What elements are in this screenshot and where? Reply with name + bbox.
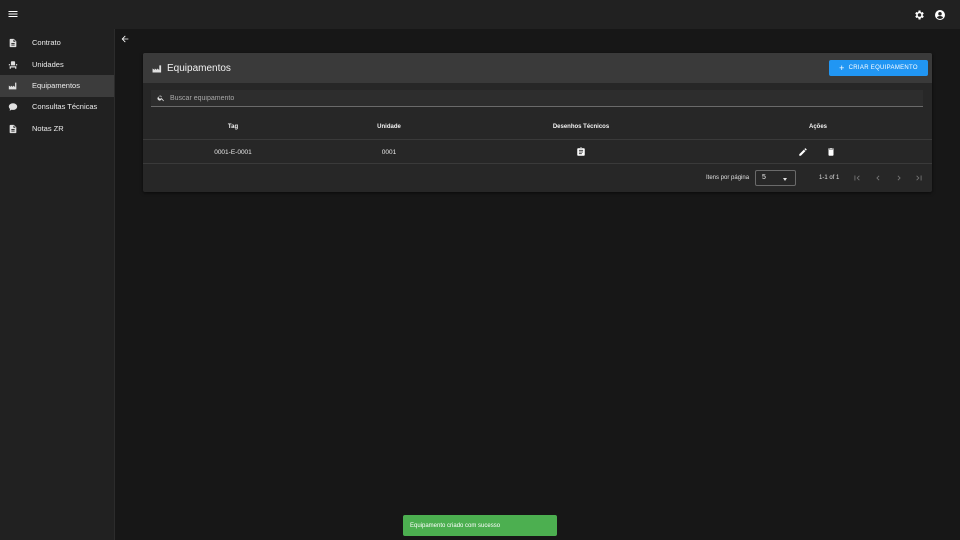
chevron-right-icon[interactable] [894, 173, 904, 183]
plus-icon: + [839, 62, 845, 73]
column-header-unidade[interactable]: Unidade [377, 124, 401, 130]
column-header-acoes: Ações [808, 124, 828, 130]
arrow-left-icon[interactable] [120, 34, 130, 44]
chevron-left-icon[interactable] [873, 173, 883, 183]
sidebar-item-contrato[interactable]: Contrato [0, 32, 114, 54]
search-input[interactable] [170, 92, 910, 105]
sidebar-item-consultas-tecnicas[interactable]: Consultas Técnicas [0, 96, 114, 118]
trash-icon[interactable] [826, 147, 836, 157]
equipment-card: Equipamentos + CRIAR EQUIPAMENTO Tag Uni… [143, 53, 932, 192]
pagination-range: 1-1 of 1 [819, 175, 840, 181]
success-snackbar: Equipamento criado com sucesso [403, 515, 557, 536]
items-per-page-label: Itens por página [706, 175, 750, 181]
comment-icon [8, 103, 18, 111]
top-app-bar [0, 0, 960, 29]
sidebar-item-label: Notas ZR [32, 124, 64, 133]
industry-equipment-icon [8, 82, 17, 90]
create-equipment-label: CRIAR EQUIPAMENTO [848, 65, 918, 71]
gear-icon[interactable] [913, 9, 925, 21]
sidebar-item-label: Unidades [32, 60, 64, 69]
create-equipment-button[interactable]: + CRIAR EQUIPAMENTO [829, 60, 928, 76]
file-document-icon [9, 38, 17, 48]
account-circle-icon[interactable] [934, 9, 946, 21]
column-header-tag[interactable]: Tag [228, 124, 238, 130]
items-per-page-select[interactable]: 5 [755, 170, 796, 186]
sidebar-item-label: Equipamentos [32, 81, 80, 90]
last-page-icon[interactable] [914, 173, 924, 183]
search-field[interactable] [151, 90, 923, 107]
sidebar: Contrato Unidades Equipamentos Consultas… [0, 29, 115, 540]
factory-icon [8, 61, 18, 69]
industry-equipment-icon [152, 65, 162, 73]
clipboard-icon[interactable] [576, 147, 586, 157]
divider [143, 163, 932, 164]
pencil-icon[interactable] [798, 147, 808, 157]
card-header: Equipamentos + CRIAR EQUIPAMENTO [143, 53, 932, 83]
sidebar-item-equipamentos[interactable]: Equipamentos [0, 75, 114, 97]
menu-icon[interactable] [7, 8, 19, 20]
divider [143, 139, 932, 140]
column-header-desenhos-tecnicos[interactable]: Desenhos Técnicos [553, 124, 609, 130]
sidebar-item-label: Contrato [32, 38, 61, 47]
snackbar-message: Equipamento criado com sucesso [410, 522, 501, 529]
sidebar-item-unidades[interactable]: Unidades [0, 54, 114, 76]
sidebar-item-notas-zr[interactable]: Notas ZR [0, 118, 114, 140]
page-title: Equipamentos [167, 63, 231, 74]
items-per-page-value: 5 [762, 174, 766, 181]
cell-tag: 0001-E-0001 [214, 149, 252, 156]
first-page-icon[interactable] [852, 173, 862, 183]
cell-unidade: 0001 [381, 149, 397, 156]
sidebar-item-label: Consultas Técnicas [32, 102, 98, 111]
search-icon [157, 95, 164, 102]
chevron-down-icon [783, 178, 787, 181]
file-document-icon [9, 124, 17, 134]
